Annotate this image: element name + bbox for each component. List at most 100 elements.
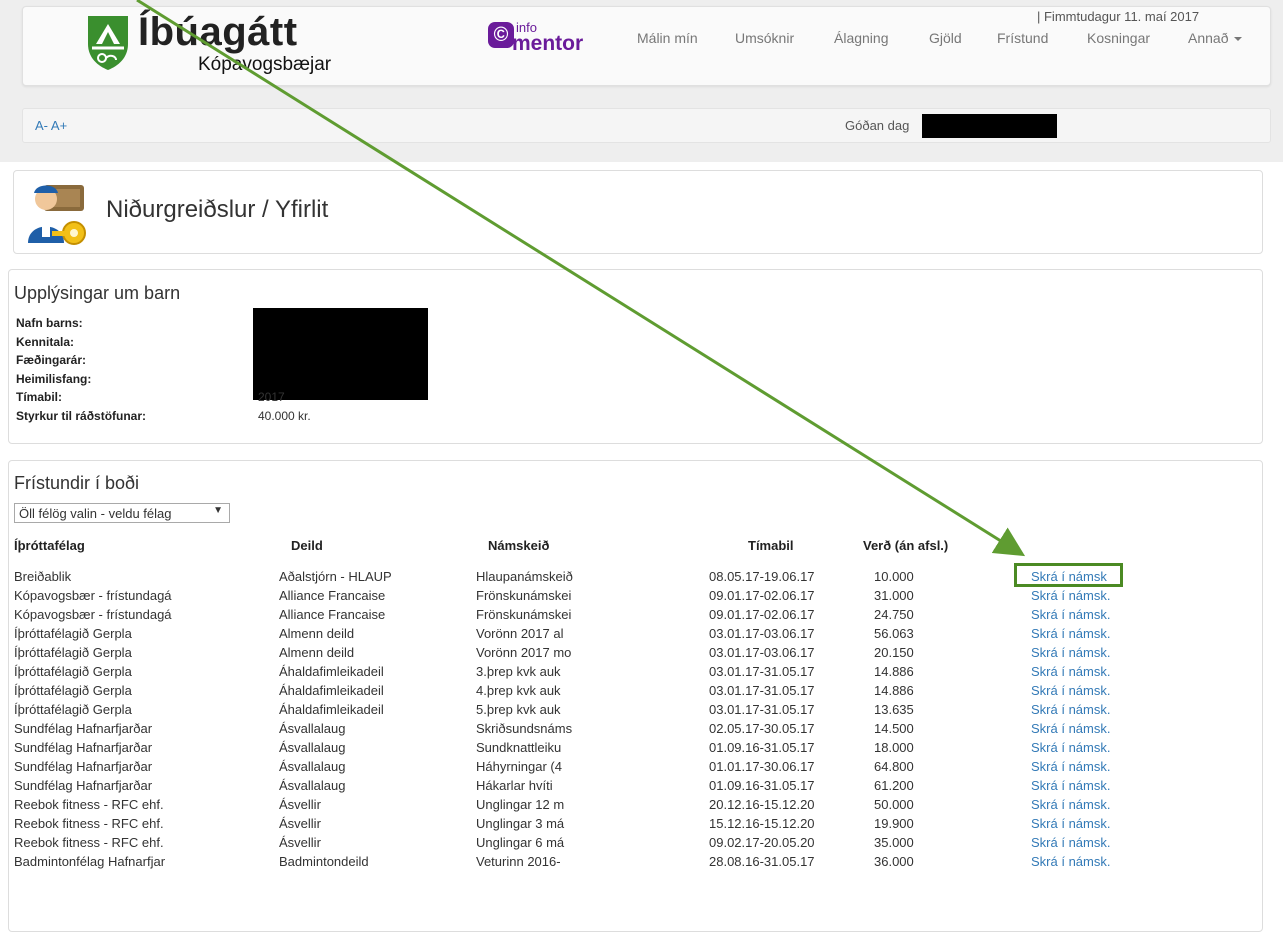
cell-price: 19.900 <box>874 816 914 831</box>
activities-heading: Frístundir í boði <box>14 473 140 493</box>
cell-department: Áhaldafimleikadeil <box>279 683 384 698</box>
register-link[interactable]: Skrá í námsk. <box>1031 683 1131 698</box>
child-address-label: Heimilisfang: <box>16 372 92 386</box>
cell-price: 14.500 <box>874 721 914 736</box>
cell-price: 64.800 <box>874 759 914 774</box>
table-row: Íþróttafélagið Gerpla Áhaldafimleikadeil 3… <box>14 662 1254 682</box>
register-link[interactable]: Skrá í námsk. <box>1031 721 1131 736</box>
register-link[interactable]: Skrá í námsk. <box>1031 588 1131 603</box>
cell-period: 01.09.16-31.05.17 <box>709 740 815 755</box>
nav-annad-dropdown[interactable]: Annað <box>1188 30 1243 46</box>
cell-course: Háhyrningar (4 <box>476 759 562 774</box>
register-link[interactable]: Skrá í námsk. <box>1031 854 1131 869</box>
grant-value: 40.000 kr. <box>258 409 311 423</box>
table-row: Sundfélag Hafnarfjarðar Ásvallalaug Hákarl… <box>14 776 1254 796</box>
register-link[interactable]: Skrá í námsk. <box>1031 740 1131 755</box>
cell-course: Veturinn 2016- <box>476 854 561 869</box>
register-link[interactable]: Skrá í námsk. <box>1031 759 1131 774</box>
cell-course: Frönskunámskei <box>476 607 572 622</box>
table-row: Sundfélag Hafnarfjarðar Ásvallalaug Skriðs… <box>14 719 1254 739</box>
greeting-bar: A- A+ Góðan dag <box>22 108 1271 143</box>
cell-club: Kópavogsbær - frístundagá <box>14 588 172 603</box>
cell-club: Íþróttafélagið Gerpla <box>14 664 132 679</box>
register-link[interactable]: Skrá í námsk. <box>1031 645 1131 660</box>
cell-club: Íþróttafélagið Gerpla <box>14 702 132 717</box>
nav-malin-min[interactable]: Málin mín <box>637 30 698 46</box>
cell-course: Hlaupanámskeið <box>476 569 573 584</box>
cell-club: Sundfélag Hafnarfjarðar <box>14 759 153 774</box>
cell-course: Vorönn 2017 mo <box>476 645 572 660</box>
cell-price: 61.200 <box>874 778 914 793</box>
table-row: Sundfélag Hafnarfjarðar Ásvallalaug Sundkn… <box>14 738 1254 758</box>
cell-period: 08.05.17-19.06.17 <box>709 569 815 584</box>
nav-alagning[interactable]: Álagning <box>834 30 889 46</box>
cell-price: 20.150 <box>874 645 914 660</box>
table-row: Sundfélag Hafnarfjarðar Ásvallalaug Háhyrn… <box>14 757 1254 777</box>
nav-fristund[interactable]: Frístund <box>997 30 1048 46</box>
greeting-text: Góðan dag <box>845 118 910 133</box>
cell-price: 18.000 <box>874 740 914 755</box>
cell-club: Reebok fitness - RFC ehf. <box>14 816 164 831</box>
infomentor-icon: © <box>488 22 514 48</box>
register-link[interactable]: Skrá í námsk. <box>1031 835 1131 850</box>
table-row: Kópavogsbær - frístundagá Alliance Franca… <box>14 605 1254 625</box>
cell-course: Hákarlar hvíti <box>476 778 553 793</box>
table-row: Íþróttafélagið Gerpla Almenn deild Vorönn … <box>14 624 1254 644</box>
register-link[interactable]: Skrá í námsk. <box>1031 664 1131 679</box>
cell-department: Ásvellir <box>279 835 321 850</box>
cell-department: Almenn deild <box>279 645 355 660</box>
grant-label: Styrkur til ráðstöfunar: <box>16 409 147 423</box>
cell-department: Áhaldafimleikadeil <box>279 702 384 717</box>
table-row: Kópavogsbær - frístundagá Alliance Franca… <box>14 586 1254 606</box>
cell-price: 24.750 <box>874 607 914 622</box>
cell-period: 01.09.16-31.05.17 <box>709 778 815 793</box>
dropdown-arrow-icon: ▼ <box>213 505 223 516</box>
page-title: Niðurgreiðslur / Yfirlit <box>106 196 329 223</box>
cell-course: Unglingar 3 má <box>476 816 565 831</box>
table-row: Reebok fitness - RFC ehf. Ásvellir Ungling… <box>14 795 1254 815</box>
cell-price: 36.000 <box>874 854 914 869</box>
cell-department: Ásvallalaug <box>279 721 346 736</box>
font-size-controls[interactable]: A- A+ <box>35 118 67 133</box>
cell-department: Ásvallalaug <box>279 778 346 793</box>
cell-club: Sundfélag Hafnarfjarðar <box>14 778 153 793</box>
child-name-label: Nafn barns: <box>16 316 83 330</box>
cell-price: 50.000 <box>874 797 914 812</box>
child-info-heading: Upplýsingar um barn <box>14 283 181 303</box>
cell-club: Reebok fitness - RFC ehf. <box>14 835 164 850</box>
cell-course: Skriðsundsnáms <box>476 721 573 736</box>
column-header-department: Deild <box>291 538 323 553</box>
register-link[interactable]: Skrá í námsk. <box>1031 778 1131 793</box>
register-link[interactable]: Skrá í námsk. <box>1031 626 1131 641</box>
brand-title[interactable]: Íbúagátt <box>138 10 298 54</box>
club-filter-value: Öll félög valin - veldu félag <box>19 506 172 521</box>
register-link[interactable]: Skrá í námsk. <box>1031 816 1131 831</box>
infomentor-logo[interactable]: © info mentor <box>488 20 600 62</box>
nav-gjold[interactable]: Gjöld <box>929 30 962 46</box>
column-header-club: Íþróttafélag <box>14 538 85 553</box>
table-row: Íþróttafélagið Gerpla Almenn deild Vorönn … <box>14 643 1254 663</box>
cell-course: 4.þrep kvk auk <box>476 683 561 698</box>
cell-club: Kópavogsbær - frístundagá <box>14 607 172 622</box>
kopavogur-shield-icon[interactable] <box>86 14 130 72</box>
cell-period: 09.02.17-20.05.20 <box>709 835 815 850</box>
club-filter-select[interactable]: Öll félög valin - veldu félag ▼ <box>14 503 230 523</box>
cell-course: 3.þrep kvk auk <box>476 664 561 679</box>
register-link[interactable]: Skrá í námsk. <box>1031 797 1131 812</box>
highlight-box <box>1014 563 1123 587</box>
cell-club: Íþróttafélagið Gerpla <box>14 645 132 660</box>
column-header-course: Námskeið <box>488 538 550 553</box>
nav-kosningar[interactable]: Kosningar <box>1087 30 1150 46</box>
cell-period: 01.01.17-30.06.17 <box>709 759 815 774</box>
cell-department: Alliance Francaise <box>279 588 386 603</box>
cell-period: 15.12.16-15.12.20 <box>709 816 815 831</box>
redacted-user-name <box>922 114 1057 138</box>
child-kennitala-label: Kennitala: <box>16 335 75 349</box>
child-birthyear-label: Fæðingarár: <box>16 353 87 367</box>
table-row: Reebok fitness - RFC ehf. Ásvellir Ungling… <box>14 814 1254 834</box>
register-link[interactable]: Skrá í námsk. <box>1031 607 1131 622</box>
user-key-icon <box>28 185 86 245</box>
register-link[interactable]: Skrá í námsk. <box>1031 702 1131 717</box>
nav-umsoknir[interactable]: Umsóknir <box>735 30 794 46</box>
cell-department: Almenn deild <box>279 626 355 641</box>
